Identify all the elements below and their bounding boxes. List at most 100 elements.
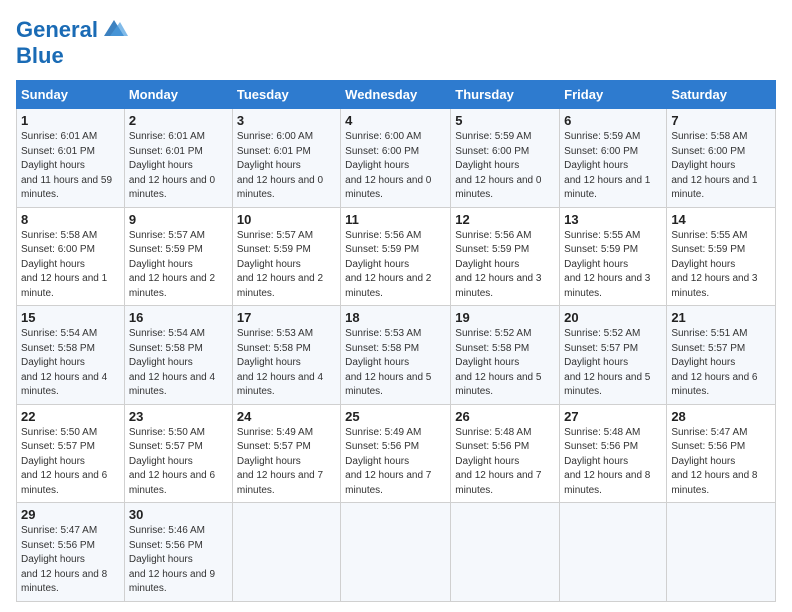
table-cell: 10 Sunrise: 5:57 AMSunset: 5:59 PMDaylig… xyxy=(232,207,340,306)
day-detail: Sunrise: 5:52 AMSunset: 5:57 PMDaylight … xyxy=(564,328,650,397)
table-cell: 14 Sunrise: 5:55 AMSunset: 5:59 PMDaylig… xyxy=(667,207,776,306)
table-cell: 11 Sunrise: 5:56 AMSunset: 5:59 PMDaylig… xyxy=(341,207,451,306)
table-cell: 5 Sunrise: 5:59 AMSunset: 6:00 PMDayligh… xyxy=(451,109,560,208)
day-detail: Sunrise: 5:47 AMSunset: 5:56 PMDaylight … xyxy=(671,427,757,496)
day-detail: Sunrise: 5:54 AMSunset: 5:58 PMDaylight … xyxy=(21,328,107,397)
logo-icon xyxy=(100,16,128,44)
day-number: 28 xyxy=(671,409,771,424)
table-cell: 17 Sunrise: 5:53 AMSunset: 5:58 PMDaylig… xyxy=(232,306,340,405)
day-detail: Sunrise: 5:55 AMSunset: 5:59 PMDaylight … xyxy=(564,230,650,299)
day-detail: Sunrise: 5:48 AMSunset: 5:56 PMDaylight … xyxy=(455,427,541,496)
table-cell: 6 Sunrise: 5:59 AMSunset: 6:00 PMDayligh… xyxy=(560,109,667,208)
day-detail: Sunrise: 5:58 AMSunset: 6:00 PMDaylight … xyxy=(21,230,107,299)
table-cell: 24 Sunrise: 5:49 AMSunset: 5:57 PMDaylig… xyxy=(232,404,340,503)
day-number: 22 xyxy=(21,409,120,424)
table-cell xyxy=(341,503,451,602)
table-cell: 20 Sunrise: 5:52 AMSunset: 5:57 PMDaylig… xyxy=(560,306,667,405)
table-cell: 29 Sunrise: 5:47 AMSunset: 5:56 PMDaylig… xyxy=(17,503,125,602)
table-cell: 25 Sunrise: 5:49 AMSunset: 5:56 PMDaylig… xyxy=(341,404,451,503)
day-number: 27 xyxy=(564,409,662,424)
table-cell xyxy=(451,503,560,602)
col-header-sunday: Sunday xyxy=(17,81,125,109)
day-number: 14 xyxy=(671,212,771,227)
day-number: 20 xyxy=(564,310,662,325)
day-number: 16 xyxy=(129,310,228,325)
table-cell: 13 Sunrise: 5:55 AMSunset: 5:59 PMDaylig… xyxy=(560,207,667,306)
day-number: 9 xyxy=(129,212,228,227)
table-cell: 9 Sunrise: 5:57 AMSunset: 5:59 PMDayligh… xyxy=(124,207,232,306)
table-cell: 3 Sunrise: 6:00 AMSunset: 6:01 PMDayligh… xyxy=(232,109,340,208)
day-detail: Sunrise: 5:57 AMSunset: 5:59 PMDaylight … xyxy=(237,230,323,299)
day-number: 5 xyxy=(455,113,555,128)
day-number: 11 xyxy=(345,212,446,227)
day-detail: Sunrise: 6:01 AMSunset: 6:01 PMDaylight … xyxy=(129,131,215,200)
table-cell: 8 Sunrise: 5:58 AMSunset: 6:00 PMDayligh… xyxy=(17,207,125,306)
day-detail: Sunrise: 5:52 AMSunset: 5:58 PMDaylight … xyxy=(455,328,541,397)
day-detail: Sunrise: 5:58 AMSunset: 6:00 PMDaylight … xyxy=(671,131,757,200)
day-number: 26 xyxy=(455,409,555,424)
day-number: 1 xyxy=(21,113,120,128)
day-detail: Sunrise: 5:56 AMSunset: 5:59 PMDaylight … xyxy=(455,230,541,299)
table-cell xyxy=(232,503,340,602)
table-cell: 26 Sunrise: 5:48 AMSunset: 5:56 PMDaylig… xyxy=(451,404,560,503)
day-detail: Sunrise: 5:57 AMSunset: 5:59 PMDaylight … xyxy=(129,230,215,299)
col-header-friday: Friday xyxy=(560,81,667,109)
col-header-tuesday: Tuesday xyxy=(232,81,340,109)
col-header-monday: Monday xyxy=(124,81,232,109)
day-detail: Sunrise: 5:53 AMSunset: 5:58 PMDaylight … xyxy=(237,328,323,397)
day-detail: Sunrise: 5:59 AMSunset: 6:00 PMDaylight … xyxy=(455,131,541,200)
day-number: 12 xyxy=(455,212,555,227)
table-cell: 7 Sunrise: 5:58 AMSunset: 6:00 PMDayligh… xyxy=(667,109,776,208)
day-detail: Sunrise: 5:54 AMSunset: 5:58 PMDaylight … xyxy=(129,328,215,397)
day-number: 21 xyxy=(671,310,771,325)
day-number: 25 xyxy=(345,409,446,424)
day-number: 30 xyxy=(129,507,228,522)
table-cell: 28 Sunrise: 5:47 AMSunset: 5:56 PMDaylig… xyxy=(667,404,776,503)
table-cell: 18 Sunrise: 5:53 AMSunset: 5:58 PMDaylig… xyxy=(341,306,451,405)
day-number: 23 xyxy=(129,409,228,424)
day-detail: Sunrise: 5:59 AMSunset: 6:00 PMDaylight … xyxy=(564,131,650,200)
table-cell: 1 Sunrise: 6:01 AMSunset: 6:01 PMDayligh… xyxy=(17,109,125,208)
logo: General Blue xyxy=(16,16,128,68)
col-header-saturday: Saturday xyxy=(667,81,776,109)
table-cell xyxy=(667,503,776,602)
table-cell: 12 Sunrise: 5:56 AMSunset: 5:59 PMDaylig… xyxy=(451,207,560,306)
calendar-container: General Blue SundayMondayTuesdayWednesda… xyxy=(0,0,792,612)
day-number: 17 xyxy=(237,310,336,325)
day-detail: Sunrise: 5:48 AMSunset: 5:56 PMDaylight … xyxy=(564,427,650,496)
day-number: 18 xyxy=(345,310,446,325)
day-number: 4 xyxy=(345,113,446,128)
table-cell: 21 Sunrise: 5:51 AMSunset: 5:57 PMDaylig… xyxy=(667,306,776,405)
table-cell: 15 Sunrise: 5:54 AMSunset: 5:58 PMDaylig… xyxy=(17,306,125,405)
table-cell xyxy=(560,503,667,602)
day-number: 6 xyxy=(564,113,662,128)
day-number: 15 xyxy=(21,310,120,325)
day-number: 7 xyxy=(671,113,771,128)
table-cell: 27 Sunrise: 5:48 AMSunset: 5:56 PMDaylig… xyxy=(560,404,667,503)
table-cell: 23 Sunrise: 5:50 AMSunset: 5:57 PMDaylig… xyxy=(124,404,232,503)
day-detail: Sunrise: 5:51 AMSunset: 5:57 PMDaylight … xyxy=(671,328,757,397)
col-header-thursday: Thursday xyxy=(451,81,560,109)
day-detail: Sunrise: 5:56 AMSunset: 5:59 PMDaylight … xyxy=(345,230,431,299)
day-number: 10 xyxy=(237,212,336,227)
day-number: 29 xyxy=(21,507,120,522)
table-cell: 30 Sunrise: 5:46 AMSunset: 5:56 PMDaylig… xyxy=(124,503,232,602)
day-detail: Sunrise: 5:50 AMSunset: 5:57 PMDaylight … xyxy=(129,427,215,496)
header: General Blue xyxy=(16,16,776,68)
day-number: 3 xyxy=(237,113,336,128)
day-number: 2 xyxy=(129,113,228,128)
table-cell: 2 Sunrise: 6:01 AMSunset: 6:01 PMDayligh… xyxy=(124,109,232,208)
day-detail: Sunrise: 5:55 AMSunset: 5:59 PMDaylight … xyxy=(671,230,757,299)
logo-text: General xyxy=(16,18,98,42)
col-header-wednesday: Wednesday xyxy=(341,81,451,109)
calendar-table: SundayMondayTuesdayWednesdayThursdayFrid… xyxy=(16,80,776,602)
day-number: 8 xyxy=(21,212,120,227)
day-detail: Sunrise: 6:00 AMSunset: 6:01 PMDaylight … xyxy=(237,131,323,200)
day-detail: Sunrise: 5:50 AMSunset: 5:57 PMDaylight … xyxy=(21,427,107,496)
table-cell: 19 Sunrise: 5:52 AMSunset: 5:58 PMDaylig… xyxy=(451,306,560,405)
logo-text2: Blue xyxy=(16,44,128,68)
table-cell: 22 Sunrise: 5:50 AMSunset: 5:57 PMDaylig… xyxy=(17,404,125,503)
table-cell: 16 Sunrise: 5:54 AMSunset: 5:58 PMDaylig… xyxy=(124,306,232,405)
day-detail: Sunrise: 6:00 AMSunset: 6:00 PMDaylight … xyxy=(345,131,431,200)
table-cell: 4 Sunrise: 6:00 AMSunset: 6:00 PMDayligh… xyxy=(341,109,451,208)
